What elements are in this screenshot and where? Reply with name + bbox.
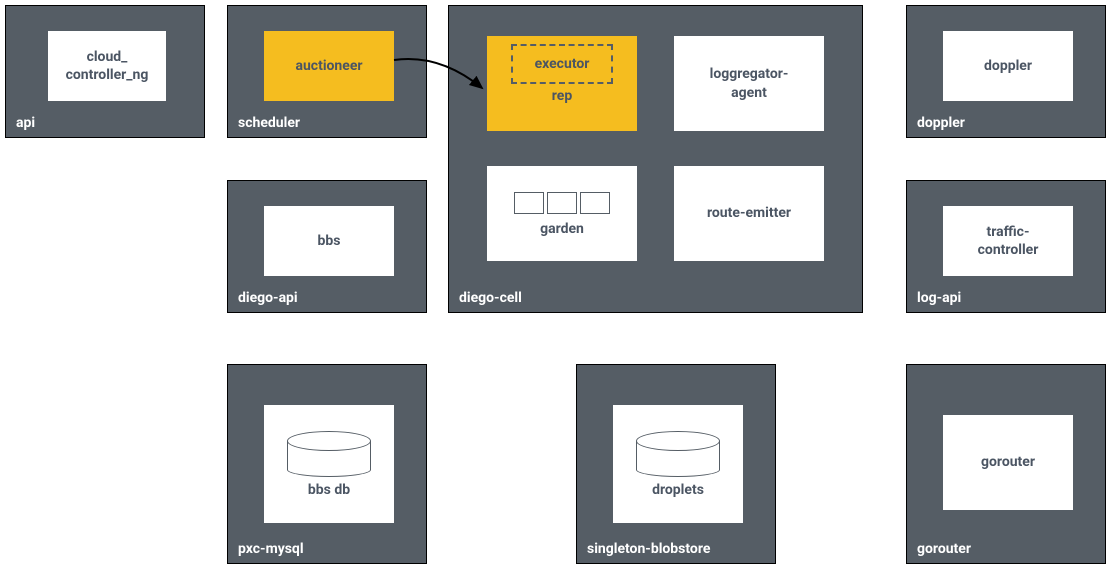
container-api: cloud_ controller_ng api <box>5 5 205 138</box>
label-garden: garden <box>540 220 584 238</box>
label-diego-cell: diego-cell <box>459 290 522 306</box>
container-pxc-mysql: bbs db pxc-mysql <box>227 364 427 564</box>
box-bbs: bbs <box>264 206 394 276</box>
label-scheduler: scheduler <box>238 115 300 131</box>
box-route-emitter: route-emitter <box>674 166 824 261</box>
db-icon <box>287 431 371 477</box>
label-bbs: bbs <box>318 232 341 250</box>
label-api: api <box>16 115 35 131</box>
label-traffic-controller: traffic- controller <box>978 223 1039 259</box>
box-gorouter: gorouter <box>943 415 1073 510</box>
container-diego-cell: executor rep loggregator- agent garden r… <box>448 5 863 313</box>
box-garden: garden <box>487 166 637 261</box>
container-diego-api: bbs diego-api <box>227 180 427 313</box>
garden-containers-icon <box>514 192 610 214</box>
label-droplets: droplets <box>652 481 704 499</box>
label-log-api: log-api <box>917 290 961 306</box>
mini-box <box>514 192 544 214</box>
container-scheduler: auctioneer scheduler <box>227 5 427 138</box>
label-gorouter-container: gorouter <box>917 541 971 557</box>
blob-icon <box>636 431 720 477</box>
label-pxc-mysql: pxc-mysql <box>238 541 304 557</box>
label-diego-api: diego-api <box>238 290 298 306</box>
box-bbs-db: bbs db <box>264 405 394 523</box>
label-doppler: doppler <box>984 57 1032 75</box>
container-singleton-blobstore: droplets singleton-blobstore <box>576 364 776 564</box>
box-executor: executor <box>511 44 614 84</box>
label-doppler-container: doppler <box>917 115 965 131</box>
container-doppler: doppler doppler <box>906 5 1106 138</box>
box-doppler: doppler <box>943 31 1073 101</box>
box-cloud-controller-ng: cloud_ controller_ng <box>48 31 166 101</box>
label-singleton-blobstore: singleton-blobstore <box>587 541 710 557</box>
container-log-api: traffic- controller log-api <box>906 180 1106 313</box>
box-loggregator-agent: loggregator- agent <box>674 36 824 131</box>
box-droplets: droplets <box>613 405 743 523</box>
label-route-emitter: route-emitter <box>707 204 791 222</box>
label-loggregator-agent: loggregator- agent <box>710 65 789 101</box>
box-auctioneer: auctioneer <box>264 31 394 101</box>
mini-box <box>580 192 610 214</box>
mini-box <box>547 192 577 214</box>
label-gorouter: gorouter <box>981 453 1035 471</box>
label-cloud-controller-ng: cloud_ controller_ng <box>66 48 149 84</box>
container-gorouter: gorouter gorouter <box>906 364 1106 564</box>
box-rep: executor rep <box>487 36 637 131</box>
label-bbs-db: bbs db <box>308 481 350 499</box>
label-auctioneer: auctioneer <box>295 58 362 74</box>
label-rep: rep <box>552 88 572 104</box>
box-traffic-controller: traffic- controller <box>943 206 1073 276</box>
